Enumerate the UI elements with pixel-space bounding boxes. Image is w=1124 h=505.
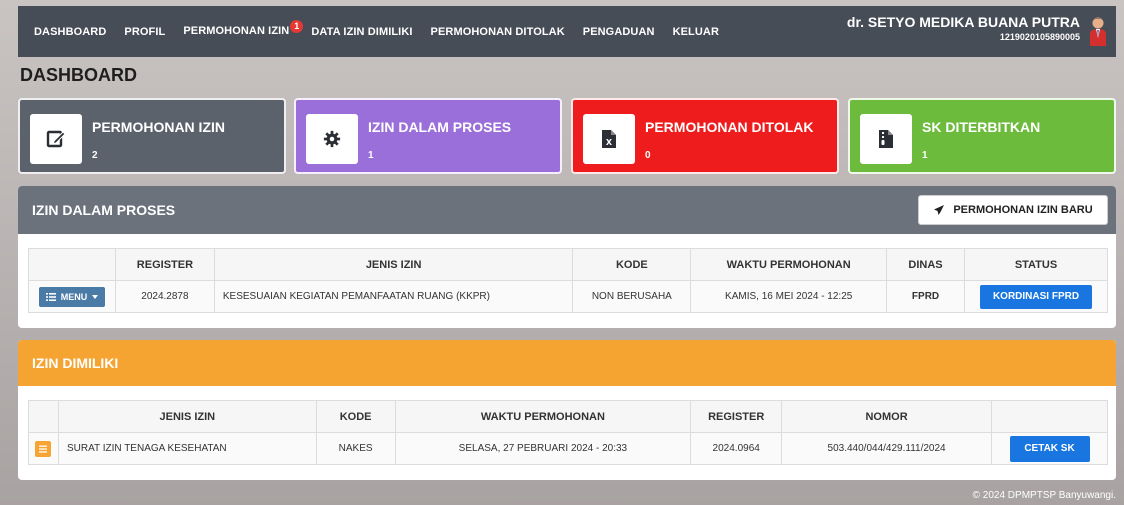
card-count: 2 [92,150,98,161]
card-permohonan-izin[interactable]: PERMOHONAN IZIN 2 [18,98,286,174]
user-info[interactable]: dr. SETYO MEDIKA BUANA PUTRA 12190201058… [847,14,1080,42]
card-count: 1 [922,150,928,161]
column-header: STATUS [964,248,1108,281]
table-wrapper: REGISTER JENIS IZIN KODE WAKTU PERMOHONA… [18,234,1116,313]
nav-pengaduan[interactable]: PENGADUAN [583,26,655,38]
nav-keluar[interactable]: KELUAR [673,26,719,38]
table-wrapper: JENIS IZIN KODE WAKTU PERMOHONAN REGISTE… [18,386,1116,465]
nav-permohonan-izin-label: PERMOHONAN IZIN [183,25,290,37]
menu-cell: MENU [28,280,116,313]
panel-title: IZIN DALAM PROSES [32,202,176,218]
file-zip-icon [879,130,893,148]
register-cell: 2024.2878 [114,280,215,313]
user-id: 1219020105890005 [999,32,1080,42]
card-icon-box [30,114,82,164]
column-header: WAKTU PERMOHONAN [690,248,888,281]
dinas-cell: FPRD [886,280,965,313]
card-title: SK DITERBITKAN [922,119,1041,135]
row-menu-button[interactable]: MENU [38,286,106,307]
row-menu-label: MENU [60,291,88,302]
column-header: REGISTER [690,400,783,433]
card-permohonan-ditolak[interactable]: X PERMOHONAN DITOLAK 0 [571,98,839,174]
list-icon [45,292,56,301]
waktu-cell: SELASA, 27 PEBRUARI 2024 - 20:33 [394,432,692,465]
column-header: KODE [572,248,692,281]
column-header [991,400,1108,433]
column-header: KODE [315,400,396,433]
nav-dashboard[interactable]: DASHBOARD [34,26,106,38]
edit-icon [46,130,66,148]
avatar[interactable] [1088,16,1108,46]
page-title: DASHBOARD [20,65,137,85]
table-header-row: JENIS IZIN KODE WAKTU PERMOHONAN REGISTE… [28,400,1108,433]
main-nav: DASHBOARD PROFIL PERMOHONAN IZIN 1 DATA I… [18,6,737,57]
card-icon-box [306,114,358,164]
panel-header: IZIN DALAM PROSES PERMOHONAN IZIN BARU [18,186,1116,234]
user-name: dr. SETYO MEDIKA BUANA PUTRA [846,14,1080,30]
kode-cell: NAKES [315,432,396,465]
card-icon-box [860,114,912,164]
waktu-cell: KAMIS, 16 MEI 2024 - 12:25 [690,280,888,313]
list-icon [39,445,48,453]
panel-izin-dimiliki: IZIN DIMILIKI JENIS IZIN KODE WAKTU PERM… [18,340,1116,480]
column-header: NOMOR [781,400,992,433]
svg-text:X: X [606,138,613,147]
card-title: PERMOHONAN IZIN [92,119,225,135]
card-icon-box: X [583,114,635,164]
nav-data-izin-dimiliki[interactable]: DATA IZIN DIMILIKI [311,26,412,38]
column-header: WAKTU PERMOHONAN [394,400,692,433]
table-header-row: REGISTER JENIS IZIN KODE WAKTU PERMOHONA… [28,248,1108,281]
jenis-izin-cell: KESESUAIAN KEGIATAN PEMANFAATAN RUANG (K… [213,280,574,313]
new-application-label: PERMOHONAN IZIN BARU [953,204,1093,216]
nomor-cell: 503.440/044/429.111/2024 [781,432,992,465]
jenis-izin-cell: SURAT IZIN TENAGA KESEHATAN [57,432,317,465]
table-row: SURAT IZIN TENAGA KESEHATAN NAKES SELASA… [28,432,1108,465]
panel-izin-dalam-proses: IZIN DALAM PROSES PERMOHONAN IZIN BARU R… [18,186,1116,328]
card-sk-diterbitkan[interactable]: SK DITERBITKAN 1 [848,98,1116,174]
column-header: DINAS [886,248,965,281]
new-application-button[interactable]: PERMOHONAN IZIN BARU [918,195,1108,225]
nav-profil[interactable]: PROFIL [124,26,165,38]
action-cell: CETAK SK [991,432,1108,465]
register-cell: 2024.0964 [690,432,783,465]
print-sk-button[interactable]: CETAK SK [1009,435,1090,462]
kode-cell: NON BERUSAHA [572,280,692,313]
dimiliki-table: JENIS IZIN KODE WAKTU PERMOHONAN REGISTE… [28,400,1108,465]
notification-badge: 1 [290,20,304,33]
status-cell: KORDINASI FPRD [964,280,1108,313]
gear-icon [323,130,341,148]
status-button[interactable]: KORDINASI FPRD [980,284,1092,309]
card-title: PERMOHONAN DITOLAK [645,119,814,135]
menu-cell [28,432,59,465]
nav-permohonan-izin[interactable]: PERMOHONAN IZIN 1 [183,20,304,38]
file-excel-icon: X [602,130,616,148]
footer-copyright: © 2024 DPMPTSP Banyuwangi. [972,490,1116,501]
column-header: JENIS IZIN [213,248,574,281]
caret-down-icon [92,294,99,299]
card-count: 0 [645,150,651,161]
panel-header: IZIN DIMILIKI [18,340,1116,386]
column-header: REGISTER [114,248,215,281]
column-header [28,400,59,433]
paper-plane-icon [934,205,945,215]
proses-table: REGISTER JENIS IZIN KODE WAKTU PERMOHONA… [28,248,1108,313]
nav-permohonan-ditolak[interactable]: PERMOHONAN DITOLAK [431,26,565,38]
card-count: 1 [368,150,374,161]
column-header: JENIS IZIN [57,400,317,433]
table-row: MENU 2024.2878 KESESUAIAN KEGIATAN PEMAN… [28,280,1108,313]
panel-title: IZIN DIMILIKI [32,355,119,371]
row-menu-button[interactable] [35,440,52,457]
card-title: IZIN DALAM PROSES [368,119,512,135]
column-header [28,248,116,281]
top-navbar: DASHBOARD PROFIL PERMOHONAN IZIN 1 DATA I… [18,6,1116,57]
card-izin-dalam-proses[interactable]: IZIN DALAM PROSES 1 [294,98,562,174]
